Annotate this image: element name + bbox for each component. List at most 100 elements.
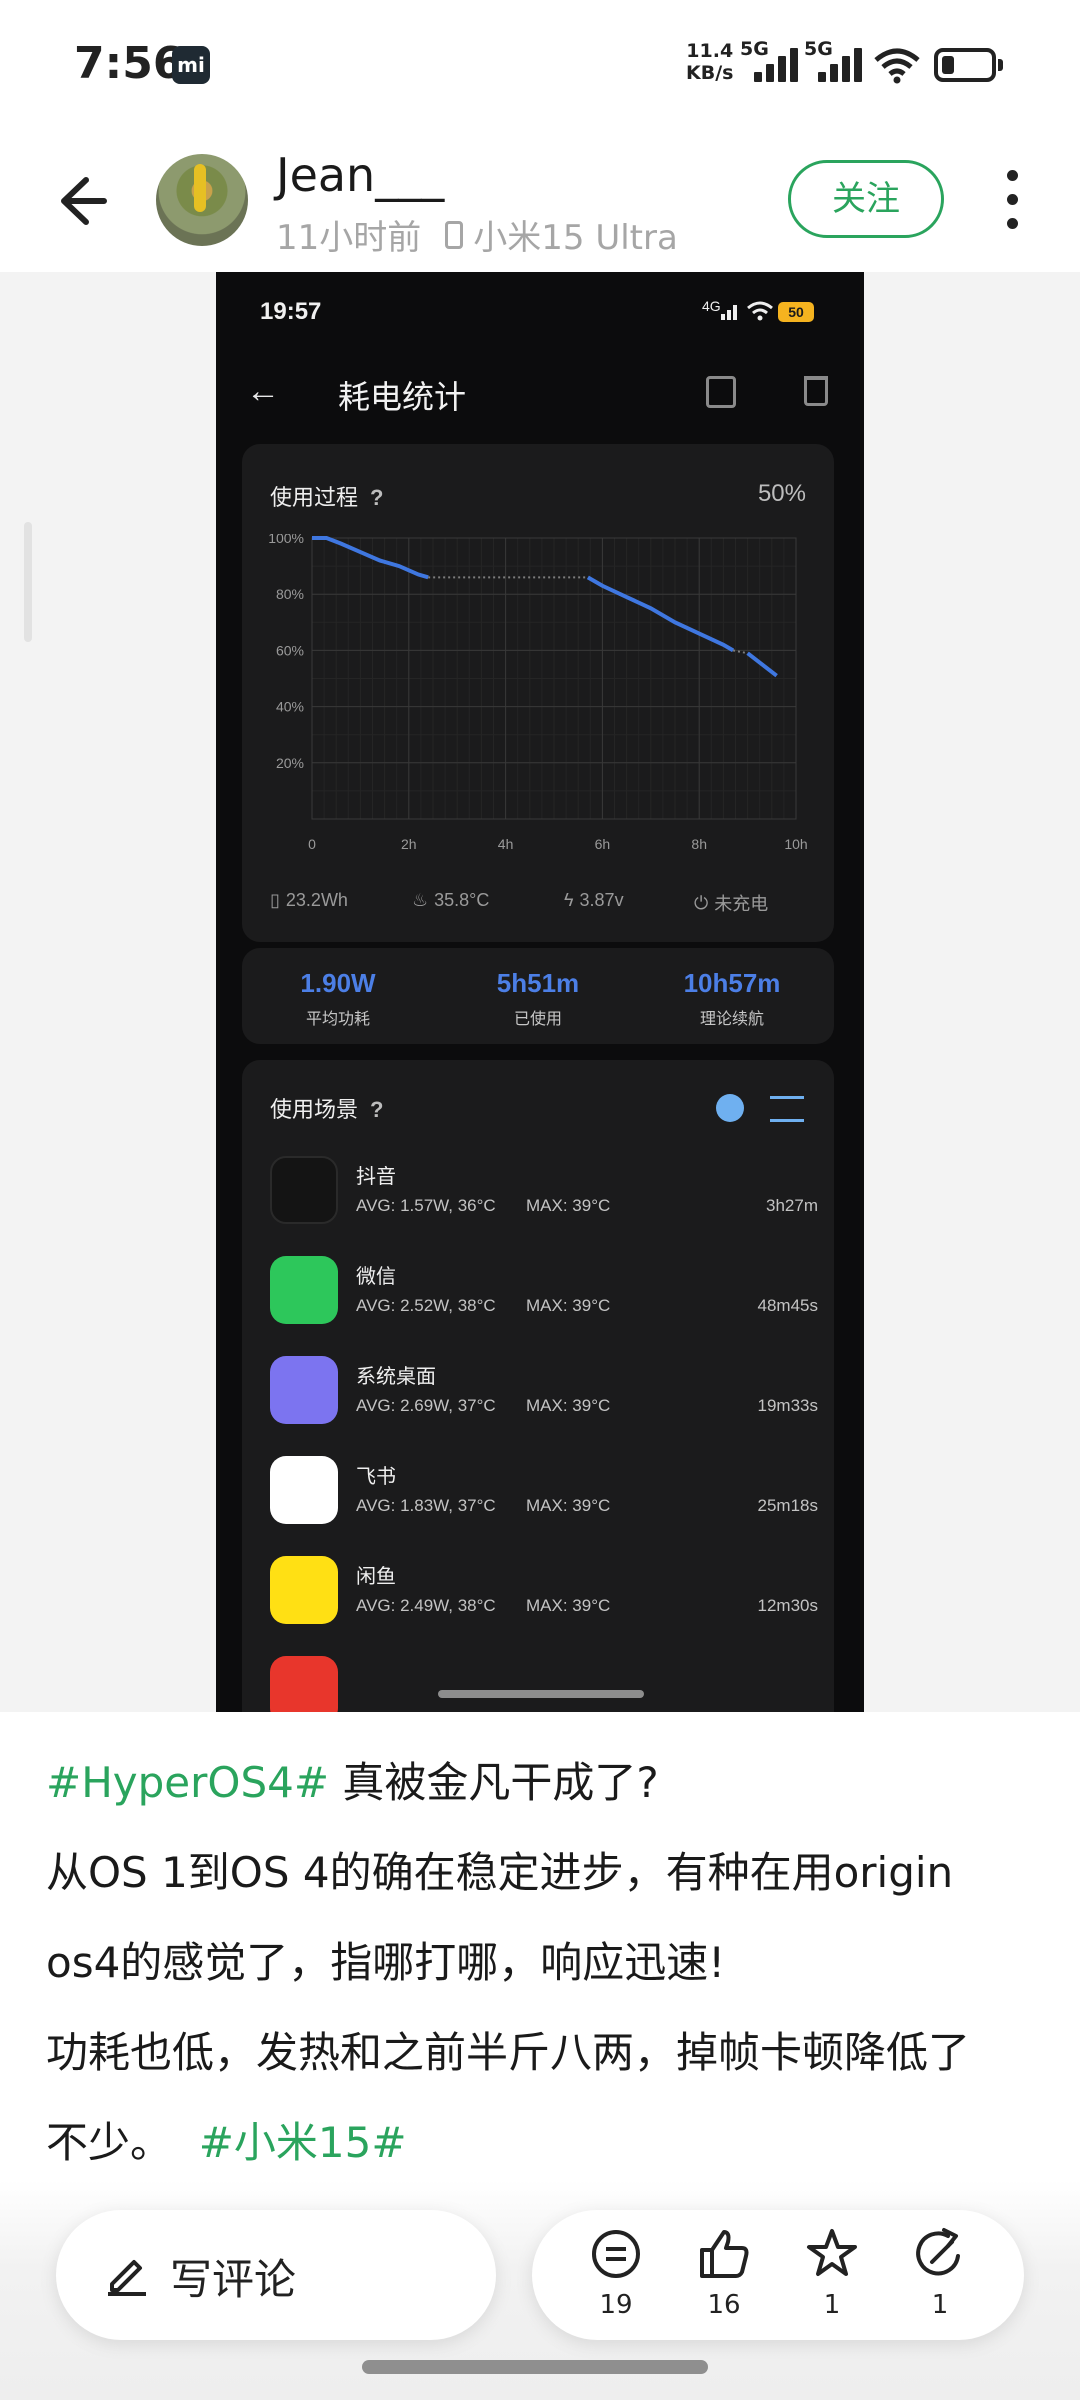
battery-outline-icon: ▯ xyxy=(270,890,280,910)
scenes-card: 使用场景? 抖音 AVG: 1.57W, 36°C MAX: 39°C 3h27… xyxy=(242,1060,834,1712)
x-tick-label: 0 xyxy=(308,836,316,852)
metric-charging: ⏻ 未充电 xyxy=(694,890,768,916)
screenshot-battery-icon: 50 xyxy=(778,302,814,322)
gesture-nav-handle xyxy=(362,2360,708,2374)
app-icon xyxy=(270,1656,338,1712)
temperature-value: 35.8°C xyxy=(434,890,490,910)
share-action[interactable]: 1 xyxy=(902,2226,978,2320)
usage-card: 使用过程? 50% 0 2h 4h 6h 8h 10h 20% 40% 60% 80% 100% ▯… xyxy=(242,444,834,942)
plug-icon: ⏻ xyxy=(694,892,709,913)
summary-card: 1.90W 平均功耗 5h51m 已使用 10h57m 理论续航 xyxy=(242,948,834,1044)
launcher-app-icon xyxy=(270,1356,338,1424)
app-max: MAX: 39°C xyxy=(526,1296,611,1315)
y-tick-label: 40% xyxy=(276,699,304,715)
stat-label: 理论续航 xyxy=(699,1011,764,1028)
switch-icon xyxy=(716,1094,744,1122)
screenshot-signal-icon xyxy=(721,305,737,320)
like-count: 16 xyxy=(707,2290,741,2320)
post-line: os4的感觉了，指哪打哪，响应迅速! xyxy=(46,1938,726,1987)
pen-icon xyxy=(108,2260,146,2296)
signal-icon-sim2: 5G xyxy=(804,38,864,82)
usage-title-text: 使用过程 xyxy=(270,485,359,510)
stat-label: 已使用 xyxy=(513,1011,562,1028)
hashtag-link[interactable]: #HyperOS4# xyxy=(46,1758,329,1807)
wechat-app-icon xyxy=(270,1256,338,1324)
usage-title: 使用过程? xyxy=(270,480,383,512)
xianyu-app-icon xyxy=(270,1556,338,1624)
y-tick-label: 100% xyxy=(268,534,304,546)
post-body: #HyperOS4# 真被金凡干成了? 从OS 1到OS 4的确在稳定进步，有种… xyxy=(46,1738,1046,2188)
screenshot-network-type: 4G xyxy=(702,298,721,314)
sim1-network-type: 5G xyxy=(740,38,769,60)
battery-stats-screenshot[interactable]: 19:57 4G 50 ← 耗电统计 使用过程? 50% 0 2h 4h 6h 8h 10… xyxy=(216,272,864,1712)
stat-label: 平均功耗 xyxy=(305,1011,370,1028)
write-comment-label[interactable]: 写评论 xyxy=(170,2246,296,2307)
metric-voltage: ϟ 3.87v xyxy=(564,890,624,911)
voltage-value: 3.87v xyxy=(579,890,624,910)
more-options-icon[interactable] xyxy=(996,168,1030,232)
post-line: #HyperOS4# 真被金凡干成了? xyxy=(46,1738,1046,1828)
post-text-segment: 不少。 xyxy=(46,2118,173,2167)
help-icon: ? xyxy=(370,1097,384,1122)
share-icon xyxy=(916,2228,960,2276)
history-icon xyxy=(706,376,736,408)
app-row: 系统桌面 AVG: 2.69W, 37°C MAX: 39°C 19m33s xyxy=(270,1350,818,1436)
charging-status: 未充电 xyxy=(714,894,769,914)
signal-icon-sim1: 5G xyxy=(740,38,800,82)
stat-value: 1.90W xyxy=(300,968,376,998)
sim2-network-type: 5G xyxy=(804,38,833,60)
device-name: 小米15 Ultra xyxy=(473,218,678,258)
app-name: 微信 xyxy=(356,1266,396,1288)
post-line: 不少。 #小米15# xyxy=(46,2098,1046,2188)
back-arrow-icon[interactable] xyxy=(46,168,112,234)
screenshot-wifi-icon xyxy=(747,301,773,321)
post-text-segment: 真被金凡干成了? xyxy=(329,1758,659,1807)
app-avg: AVG: 1.57W, 36°C xyxy=(356,1196,496,1215)
wifi-icon xyxy=(874,48,920,84)
battery-icon xyxy=(934,48,1003,82)
clock: 7:56 xyxy=(74,38,184,89)
comment-action[interactable]: 19 xyxy=(578,2226,654,2320)
metric-energy: ▯ 23.2Wh xyxy=(270,890,348,911)
y-tick-label: 60% xyxy=(276,642,304,658)
share-count: 1 xyxy=(931,2290,949,2320)
favorite-count: 1 xyxy=(823,2290,841,2320)
post-meta: 11小时前 小米15 Ultra xyxy=(276,210,678,259)
app-max: MAX: 39°C xyxy=(526,1496,611,1515)
scenes-title: 使用场景? xyxy=(270,1092,383,1124)
app-row: 抖音 AVG: 1.57W, 36°C MAX: 39°C 3h27m xyxy=(270,1150,818,1236)
network-speed-value: 11.4 xyxy=(686,40,734,62)
app-avg: AVG: 2.69W, 37°C xyxy=(356,1396,496,1415)
app-name: 系统桌面 xyxy=(356,1366,436,1388)
scenes-title-text: 使用场景 xyxy=(270,1097,359,1122)
sort-list-icon xyxy=(770,1096,804,1122)
stat-value: 5h51m xyxy=(496,968,580,998)
flame-icon: ♨ xyxy=(412,890,429,910)
app-avg: AVG: 2.49W, 38°C xyxy=(356,1596,496,1615)
trash-icon xyxy=(804,376,828,406)
post-line: 功耗也低，发热和之前半斤八两，掉帧卡顿降低了 xyxy=(46,2028,971,2077)
metric-temperature: ♨ 35.8°C xyxy=(412,890,489,911)
hashtag-link[interactable]: #小米15# xyxy=(199,2118,407,2167)
favorite-action[interactable]: 1 xyxy=(794,2226,870,2320)
app-duration: 3h27m xyxy=(766,1196,818,1215)
app-name: 抖音 xyxy=(356,1166,396,1188)
screenshot-back-arrow-icon: ← xyxy=(246,372,280,410)
like-action[interactable]: 16 xyxy=(686,2226,762,2320)
x-tick-label: 10h xyxy=(784,836,807,852)
x-tick-label: 4h xyxy=(498,836,514,852)
douyin-app-icon xyxy=(270,1156,338,1224)
thumbs-up-icon xyxy=(700,2230,749,2278)
x-tick-label: 8h xyxy=(691,836,707,852)
comment-icon xyxy=(592,2230,640,2278)
follow-button[interactable]: 关注 xyxy=(788,160,944,238)
avatar[interactable] xyxy=(156,154,248,246)
feishu-app-icon xyxy=(270,1456,338,1524)
stat-value: 10h57m xyxy=(683,968,781,998)
energy-value: 23.2Wh xyxy=(285,890,348,910)
app-duration: 48m45s xyxy=(757,1296,818,1315)
app-name: 飞书 xyxy=(356,1466,396,1488)
author-name[interactable]: Jean___ xyxy=(276,148,444,202)
mi-notification-icon: mi xyxy=(172,46,210,84)
help-icon: ? xyxy=(370,485,384,510)
